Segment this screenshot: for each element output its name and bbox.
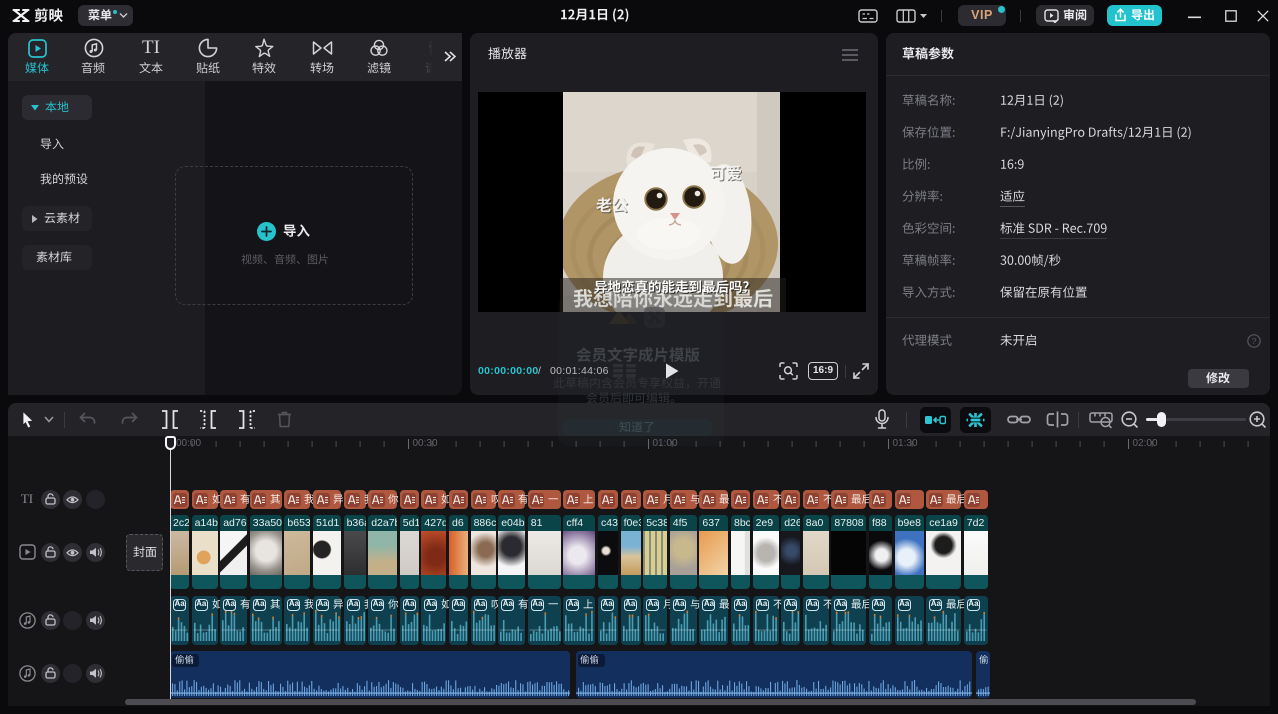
svg-text:?: ? [1252, 336, 1257, 346]
